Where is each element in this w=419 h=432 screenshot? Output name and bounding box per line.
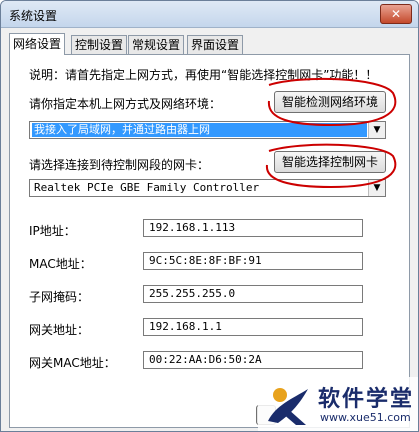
- mac-field[interactable]: 9C:5C:8E:8F:BF:91: [143, 252, 363, 270]
- close-button[interactable]: ✕: [380, 4, 412, 24]
- gateway-mac-field[interactable]: 00:22:AA:D6:50:2A: [143, 351, 363, 369]
- subnet-label: 子网掩码：: [29, 290, 90, 304]
- nic-label: 请选择连接到待控制网段的网卡：: [29, 158, 210, 172]
- gateway-label: 网关地址：: [29, 323, 90, 337]
- mac-label: MAC地址：: [29, 257, 92, 271]
- ip-label: IP地址：: [29, 224, 76, 238]
- network-env-value: 我接入了局域网，并通过路由器上网: [32, 123, 367, 137]
- brand-logo-icon: [268, 388, 308, 425]
- chevron-down-icon[interactable]: ▼: [368, 122, 385, 138]
- instruction-note: 说明：请首先指定上网方式，再使用“智能选择控制网卡”功能！！: [29, 68, 378, 82]
- watermark: 软件学堂 www.xue51.com: [258, 377, 418, 431]
- nic-value: Realtek PCIe GBE Family Controller: [34, 181, 260, 194]
- close-icon: ✕: [390, 7, 402, 21]
- network-settings-panel: 说明：请首先指定上网方式，再使用“智能选择控制网卡”功能！！ 请你指定本机上网方…: [9, 54, 410, 428]
- tab-control[interactable]: 控制设置: [71, 35, 128, 54]
- network-env-label: 请你指定本机上网方式及网络环境：: [29, 97, 222, 111]
- tab-network[interactable]: 网络设置: [9, 33, 66, 55]
- network-env-select[interactable]: 我接入了局域网，并通过路由器上网 ▼: [29, 121, 386, 139]
- window-title: 系统设置: [9, 9, 58, 23]
- nic-select[interactable]: Realtek PCIe GBE Family Controller ▼: [29, 179, 386, 197]
- watermark-title: 软件学堂: [318, 387, 415, 412]
- subnet-field[interactable]: 255.255.255.0: [143, 285, 363, 303]
- tab-general[interactable]: 常规设置: [128, 35, 185, 54]
- watermark-url: www.xue51.com: [320, 411, 411, 424]
- gateway-mac-label: 网关MAC地址：: [29, 356, 116, 370]
- settings-window: 系统设置 ✕ 网络设置 控制设置 常规设置 界面设置 说明：请首先指定上网方式，…: [0, 0, 419, 432]
- tab-interface[interactable]: 界面设置: [187, 35, 244, 54]
- detect-network-button[interactable]: 智能检测网络环境: [274, 91, 386, 113]
- gateway-field[interactable]: 192.168.1.1: [143, 318, 363, 336]
- select-nic-button[interactable]: 智能选择控制网卡: [274, 151, 386, 173]
- ip-field[interactable]: 192.168.1.113: [143, 219, 363, 237]
- title-bar[interactable]: 系统设置 ✕: [1, 1, 418, 28]
- chevron-down-icon[interactable]: ▼: [368, 180, 385, 196]
